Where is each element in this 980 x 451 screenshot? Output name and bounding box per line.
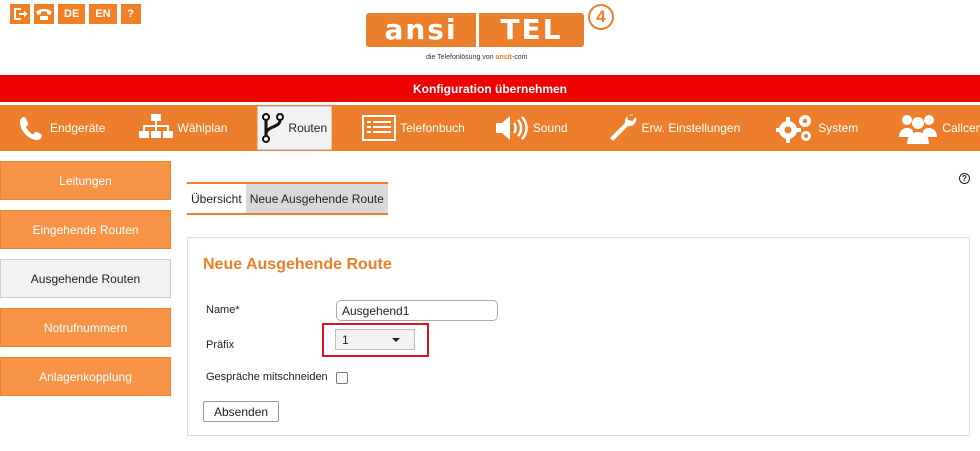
tab-neue-ausgehende-route[interactable]: Neue Ausgehende Route (245, 184, 388, 213)
nav-label: Erw. Einstellungen (641, 121, 741, 135)
sidebar-item-ausgehende-routen[interactable]: Ausgehende Routen (0, 259, 171, 298)
sidebar: Leitungen Eingehende Routen Ausgehende R… (0, 161, 171, 406)
nav-label: Callcenter (942, 121, 980, 135)
routes-fork-icon (262, 113, 285, 143)
sidebar-item-anlagenkopplung[interactable]: Anlagenkopplung (0, 357, 171, 396)
sidebar-item-eingehende-routen[interactable]: Eingehende Routen (0, 210, 171, 249)
logo-tagline: die Telefonlösung von ansit-com (426, 54, 527, 61)
nav-label: Telefonbuch (400, 121, 465, 135)
nav-label: Endgeräte (50, 121, 106, 135)
nav-label: Sound (532, 121, 568, 135)
nav-item-sound[interactable]: Sound (491, 105, 572, 151)
chevron-down-icon (392, 338, 400, 342)
wrench-icon (609, 114, 636, 141)
logo-tagline-brand: ansit (495, 54, 512, 61)
help-circle-icon[interactable]: ? (959, 173, 970, 184)
submit-button[interactable]: Absenden (203, 401, 280, 422)
dialplan-tree-icon (139, 114, 174, 138)
prefix-select-value: 1 (342, 332, 349, 347)
users-icon (899, 115, 938, 144)
name-input[interactable] (336, 300, 498, 321)
language-en-button[interactable]: EN (89, 4, 117, 24)
logo-tagline-suffix: -com (511, 54, 528, 61)
logo-word-ansi: ansi (384, 13, 458, 46)
nav-item-system[interactable]: System (772, 105, 862, 151)
nav-item-routen[interactable]: Routen (257, 106, 333, 150)
apply-configuration-button[interactable]: Konfiguration übernehmen (0, 75, 980, 102)
main-nav: Endgeräte Wählplan Routen Telefonbuch So… (0, 105, 980, 151)
name-label: Name* (206, 304, 240, 316)
nav-label: Wählplan (177, 121, 228, 135)
phonebook-icon (362, 115, 397, 141)
logo-word-tel: TEL (476, 13, 584, 47)
logo-version-badge: 4 (588, 4, 614, 30)
sidebar-item-notrufnummern[interactable]: Notrufnummern (0, 308, 171, 347)
nav-item-endgeraete[interactable]: Endgeräte (14, 105, 109, 151)
tab-uebersicht[interactable]: Übersicht (187, 184, 246, 213)
logout-icon[interactable] (10, 4, 30, 24)
phone-icon (20, 117, 42, 140)
nav-item-telefonbuch[interactable]: Telefonbuch (358, 105, 469, 151)
record-calls-checkbox[interactable] (336, 372, 348, 384)
prefix-select[interactable]: 1 (335, 329, 415, 350)
form-title: Neue Ausgehende Route (203, 256, 392, 273)
sidebar-item-leitungen[interactable]: Leitungen (0, 161, 171, 200)
route-form-panel: Neue Ausgehende Route Name* Präfix 1 Ges… (187, 237, 970, 436)
help-button[interactable]: ? (120, 4, 141, 24)
speaker-icon (495, 116, 528, 140)
ansitel-logo: ansi TEL 4 die Telefonlösung von ansit-c… (366, 4, 616, 70)
record-calls-label: Gespräche mitschneiden (206, 371, 328, 383)
language-de-button[interactable]: DE (58, 4, 86, 24)
logo-box: ansi TEL (366, 13, 584, 47)
nav-label: System (818, 121, 859, 135)
nav-label: Routen (288, 121, 328, 135)
nav-item-waehlplan[interactable]: Wählplan (135, 105, 231, 151)
prefix-label: Präfix (206, 339, 235, 351)
nav-item-callcenter[interactable]: Callcenter (894, 105, 980, 151)
logo-tagline-prefix: die Telefonlösung von (426, 54, 496, 61)
gears-icon (776, 115, 812, 143)
phone-icon[interactable] (34, 4, 54, 24)
top-toolbar: DE EN ? (10, 4, 141, 24)
nav-item-erw-einstellungen[interactable]: Erw. Einstellungen (604, 105, 745, 151)
sub-tabs: Übersicht Neue Ausgehende Route (187, 182, 388, 215)
